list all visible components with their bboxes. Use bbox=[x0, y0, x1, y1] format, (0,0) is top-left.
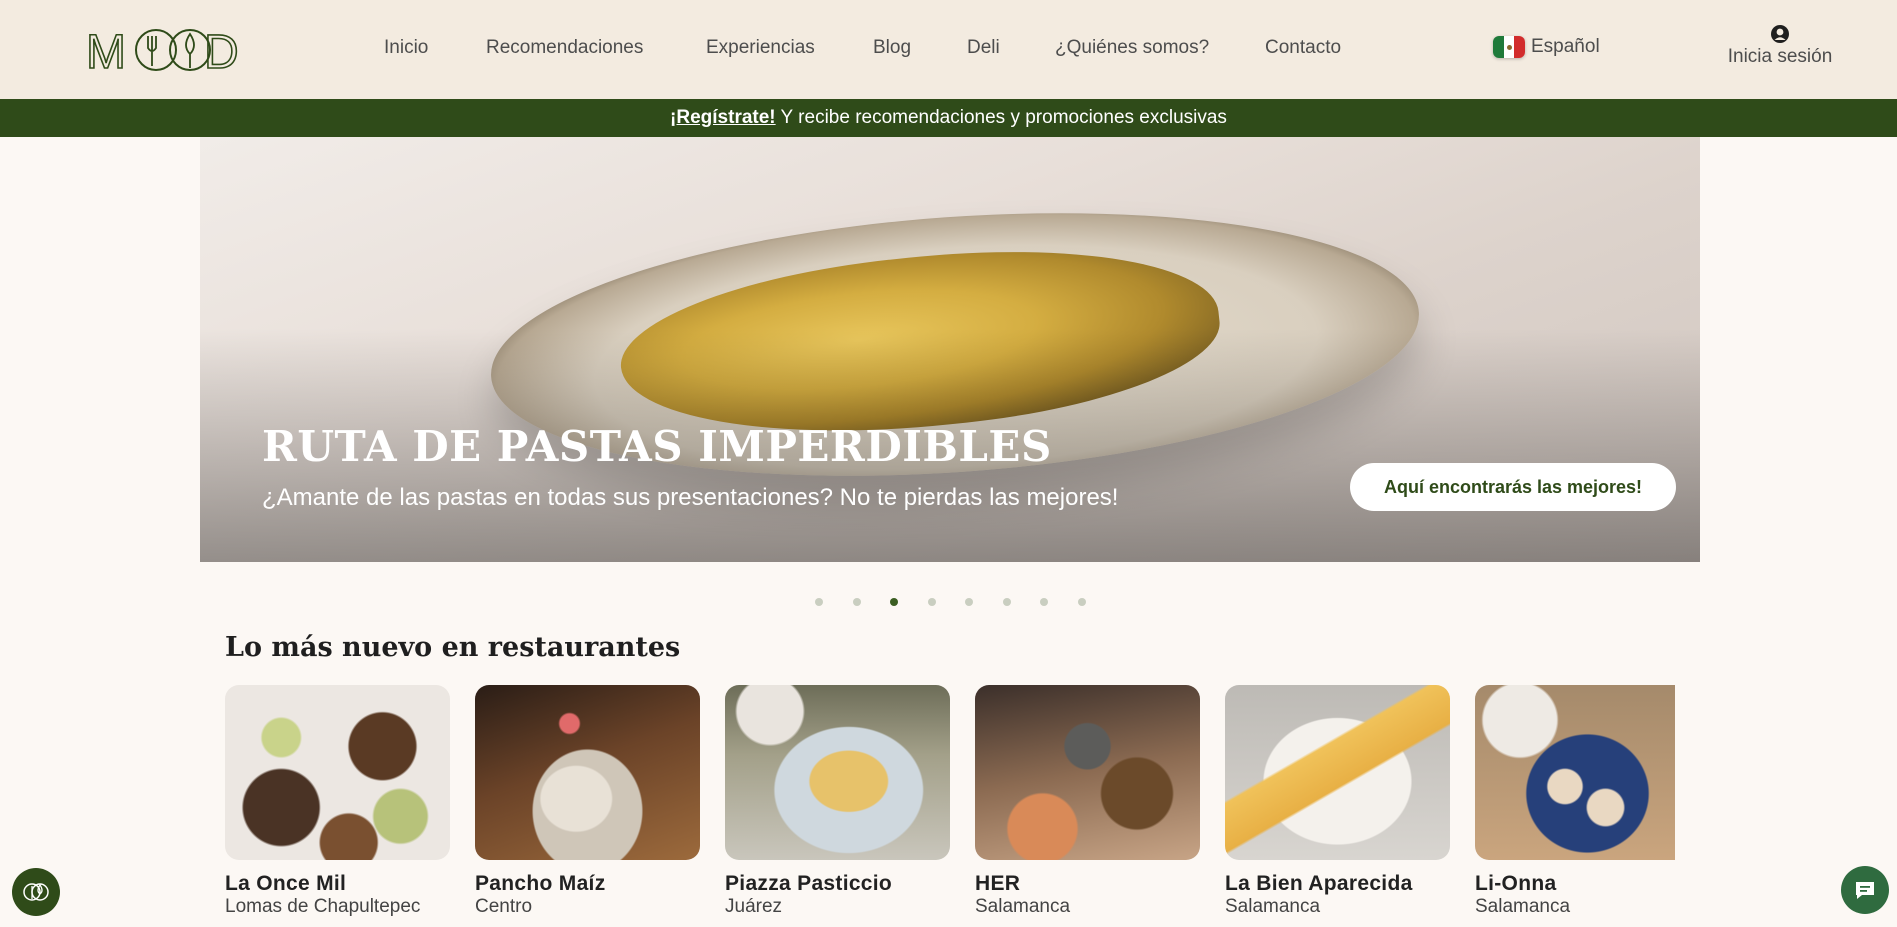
restaurant-card[interactable]: HER Salamanca bbox=[975, 685, 1200, 918]
carousel-pagination bbox=[0, 598, 1897, 610]
carousel-dot[interactable] bbox=[1040, 598, 1048, 606]
language-selector[interactable]: Español bbox=[1493, 36, 1600, 58]
restaurant-location: Juárez bbox=[725, 896, 783, 917]
nav-deli[interactable]: Deli bbox=[967, 37, 1000, 59]
nav-inicio[interactable]: Inicio bbox=[384, 37, 428, 59]
carousel-dot[interactable] bbox=[1002, 598, 1011, 606]
nav-quienes-somos[interactable]: ¿Quiénes somos? bbox=[1055, 37, 1209, 59]
restaurant-image bbox=[225, 685, 450, 860]
hero-cta-button[interactable]: Aquí encontrarás las mejores! bbox=[1350, 463, 1676, 511]
mexico-flag-icon bbox=[1493, 36, 1525, 58]
restaurant-location: Salamanca bbox=[975, 896, 1071, 917]
restaurant-image bbox=[725, 685, 950, 860]
promo-banner: ¡Regístrate! Y recibe recomendaciones y … bbox=[0, 99, 1897, 137]
language-label: Español bbox=[1531, 36, 1600, 57]
carousel-dot[interactable] bbox=[1077, 598, 1086, 606]
restaurant-name: Piazza Pasticcio bbox=[725, 872, 893, 895]
restaurant-location: Salamanca bbox=[1225, 896, 1321, 917]
login-button[interactable]: Inicia sesión bbox=[1710, 24, 1850, 68]
restaurant-card[interactable]: La Once Mil Lomas de Chapultepec bbox=[225, 685, 450, 918]
banner-text: Y recibe recomendaciones y promociones e… bbox=[775, 107, 1227, 128]
restaurant-location: Salamanca bbox=[1475, 896, 1571, 917]
carousel-dot[interactable] bbox=[890, 598, 898, 606]
chat-icon[interactable] bbox=[1841, 866, 1889, 914]
hero-carousel[interactable]: RUTA DE PASTAS IMPERDIBLES ¿Amante de la… bbox=[200, 137, 1700, 562]
restaurant-card[interactable]: Piazza Pasticcio Juárez bbox=[725, 685, 950, 918]
restaurant-image bbox=[1225, 685, 1450, 860]
restaurant-location: Centro bbox=[475, 896, 533, 917]
site-header: M D Inicio Recomendaciones Experiencias … bbox=[0, 0, 1897, 99]
restaurant-name: La Once Mil bbox=[225, 872, 347, 895]
nav-recomendaciones[interactable]: Recomendaciones bbox=[486, 37, 643, 59]
hero-title: RUTA DE PASTAS IMPERDIBLES bbox=[262, 422, 1052, 471]
user-icon bbox=[1771, 25, 1789, 43]
restaurant-location: Lomas de Chapultepec bbox=[225, 896, 421, 917]
section-title: Lo más nuevo en restaurantes bbox=[225, 632, 681, 663]
main-nav: Inicio Recomendaciones Experiencias Blog… bbox=[0, 0, 1897, 99]
restaurant-name: Pancho Maíz bbox=[475, 872, 606, 895]
restaurant-image bbox=[1475, 685, 1675, 860]
restaurant-name: La Bien Aparecida bbox=[1225, 872, 1413, 895]
restaurant-card[interactable]: La Bien Aparecida Salamanca bbox=[1225, 685, 1450, 918]
nav-contacto[interactable]: Contacto bbox=[1265, 37, 1341, 59]
carousel-dot[interactable] bbox=[815, 598, 823, 606]
login-label: Inicia sesión bbox=[1727, 46, 1833, 67]
hero-subtitle: ¿Amante de las pastas en todas sus prese… bbox=[262, 484, 1119, 511]
mood-logo-icon[interactable] bbox=[12, 868, 60, 916]
register-link[interactable]: ¡Regístrate! bbox=[670, 107, 776, 128]
carousel-dot[interactable] bbox=[965, 598, 973, 606]
restaurant-image bbox=[475, 685, 700, 860]
restaurant-name: Li-Onna bbox=[1475, 872, 1557, 895]
carousel-dot[interactable] bbox=[852, 598, 861, 606]
nav-blog[interactable]: Blog bbox=[873, 37, 911, 59]
nav-experiencias[interactable]: Experiencias bbox=[706, 37, 815, 59]
restaurant-card[interactable]: Pancho Maíz Centro bbox=[475, 685, 700, 918]
restaurant-name: HER bbox=[975, 872, 1021, 895]
restaurant-image bbox=[975, 685, 1200, 860]
restaurant-carousel: La Once Mil Lomas de Chapultepec Pancho … bbox=[225, 685, 1675, 927]
restaurant-card[interactable]: Li-Onna Salamanca bbox=[1475, 685, 1675, 918]
carousel-dot[interactable] bbox=[927, 598, 936, 606]
